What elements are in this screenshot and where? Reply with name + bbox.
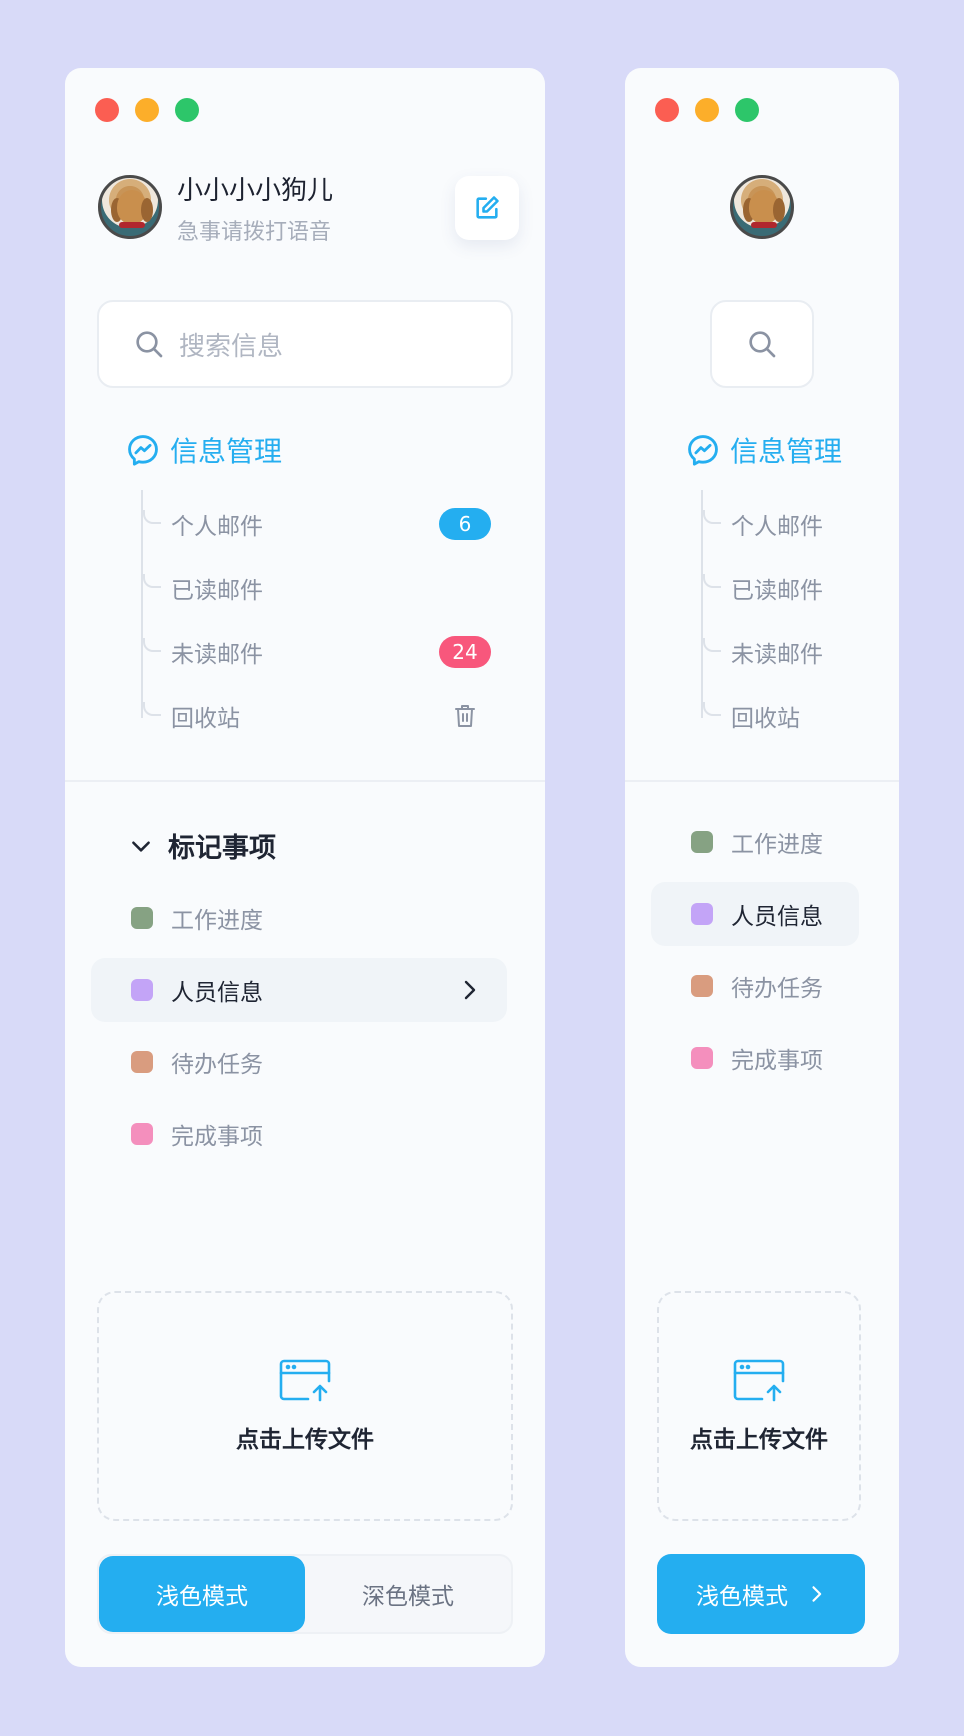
mail-item-label: 未读邮件: [731, 642, 823, 668]
mark-item-label: 工作进度: [171, 908, 263, 934]
maximize-window-button[interactable]: [175, 98, 199, 122]
search-input[interactable]: 搜索信息: [97, 300, 513, 388]
upload-icon: [279, 1359, 331, 1402]
mark-item-work-progress[interactable]: 工作进度: [651, 810, 859, 874]
mark-item-label: 待办任务: [171, 1052, 263, 1078]
section-marked-items[interactable]: 标记事项: [128, 826, 276, 865]
color-swatch: [691, 975, 713, 997]
theme-toggle: 浅色模式 深色模式: [97, 1554, 513, 1634]
user-name: 小小小小狗儿: [177, 176, 334, 206]
avatar[interactable]: [730, 175, 794, 239]
avatar[interactable]: [98, 175, 162, 239]
light-mode-button[interactable]: 浅色模式: [657, 1554, 865, 1634]
color-swatch: [131, 1123, 153, 1145]
maximize-window-button[interactable]: [735, 98, 759, 122]
color-swatch: [691, 1047, 713, 1069]
tree-connector: [701, 490, 703, 718]
color-swatch: [691, 903, 713, 925]
mark-item-label: 人员信息: [731, 904, 823, 930]
mail-item-unread[interactable]: 未读邮件: [703, 632, 881, 672]
mark-item-completed[interactable]: 完成事项: [91, 1102, 507, 1166]
chevron-down-icon: [132, 840, 150, 852]
section-title-label: 信息管理: [730, 435, 843, 468]
color-swatch: [131, 979, 153, 1001]
upload-icon: [733, 1359, 785, 1402]
count-badge: 6: [439, 508, 491, 540]
upload-dropzone[interactable]: 点击上传文件: [97, 1291, 513, 1521]
mark-item-label: 人员信息: [171, 980, 263, 1006]
mark-item-personnel-info[interactable]: 人员信息: [91, 958, 507, 1022]
mail-item-personal[interactable]: 个人邮件: [703, 504, 881, 544]
dark-mode-button[interactable]: 深色模式: [305, 1556, 511, 1632]
chevron-right-icon: [812, 1586, 822, 1602]
mail-item-read[interactable]: 已读邮件: [143, 568, 491, 608]
color-swatch: [131, 1051, 153, 1073]
upload-dropzone[interactable]: 点击上传文件: [657, 1291, 861, 1521]
mark-item-work-progress[interactable]: 工作进度: [91, 886, 507, 950]
trash-icon[interactable]: [453, 703, 477, 729]
color-swatch: [131, 907, 153, 929]
tree-connector: [141, 490, 143, 718]
search-icon: [749, 331, 776, 358]
mail-item-trash[interactable]: 回收站: [143, 696, 491, 736]
chevron-right-icon: [464, 980, 476, 1000]
minimize-window-button[interactable]: [695, 98, 719, 122]
close-window-button[interactable]: [655, 98, 679, 122]
mail-item-label: 回收站: [731, 706, 800, 732]
marks-title-label: 标记事项: [168, 833, 276, 864]
messenger-icon: [128, 435, 158, 466]
edit-icon: [476, 196, 499, 219]
mark-item-label: 完成事项: [731, 1048, 823, 1074]
mark-item-completed[interactable]: 完成事项: [651, 1026, 859, 1090]
mark-item-label: 完成事项: [171, 1124, 263, 1150]
count-badge: 24: [439, 636, 491, 668]
mail-item-label: 已读邮件: [731, 578, 823, 604]
edit-button[interactable]: [455, 176, 519, 240]
mark-item-todo[interactable]: 待办任务: [651, 954, 859, 1018]
mark-item-label: 待办任务: [731, 976, 823, 1002]
mail-item-label: 未读邮件: [171, 642, 263, 668]
divider: [625, 780, 899, 782]
mail-item-read[interactable]: 已读邮件: [703, 568, 881, 608]
search-button[interactable]: [710, 300, 814, 388]
mail-item-trash[interactable]: 回收站: [703, 696, 881, 736]
search-placeholder: 搜索信息: [179, 331, 284, 362]
section-message-management[interactable]: 信息管理: [686, 430, 842, 470]
section-message-management[interactable]: 信息管理: [126, 430, 282, 470]
light-mode-button[interactable]: 浅色模式: [99, 1556, 305, 1632]
window-controls: [655, 98, 759, 122]
mail-item-label: 个人邮件: [731, 514, 823, 540]
mail-item-label: 已读邮件: [171, 578, 263, 604]
mark-item-personnel-info[interactable]: 人员信息: [651, 882, 859, 946]
mail-item-label: 回收站: [171, 706, 240, 732]
close-window-button[interactable]: [95, 98, 119, 122]
mark-item-label: 工作进度: [731, 832, 823, 858]
messenger-icon: [688, 435, 718, 466]
light-mode-label: 浅色模式: [696, 1584, 788, 1610]
mail-item-label: 个人邮件: [171, 514, 263, 540]
window-controls: [95, 98, 199, 122]
upload-label: 点击上传文件: [690, 1427, 828, 1453]
upload-label: 点击上传文件: [236, 1427, 374, 1453]
divider: [65, 780, 545, 782]
section-title-label: 信息管理: [170, 435, 283, 468]
minimize-window-button[interactable]: [135, 98, 159, 122]
mark-item-todo[interactable]: 待办任务: [91, 1030, 507, 1094]
user-status: 急事请拨打语音: [177, 220, 332, 245]
search-icon: [136, 331, 163, 358]
color-swatch: [691, 831, 713, 853]
